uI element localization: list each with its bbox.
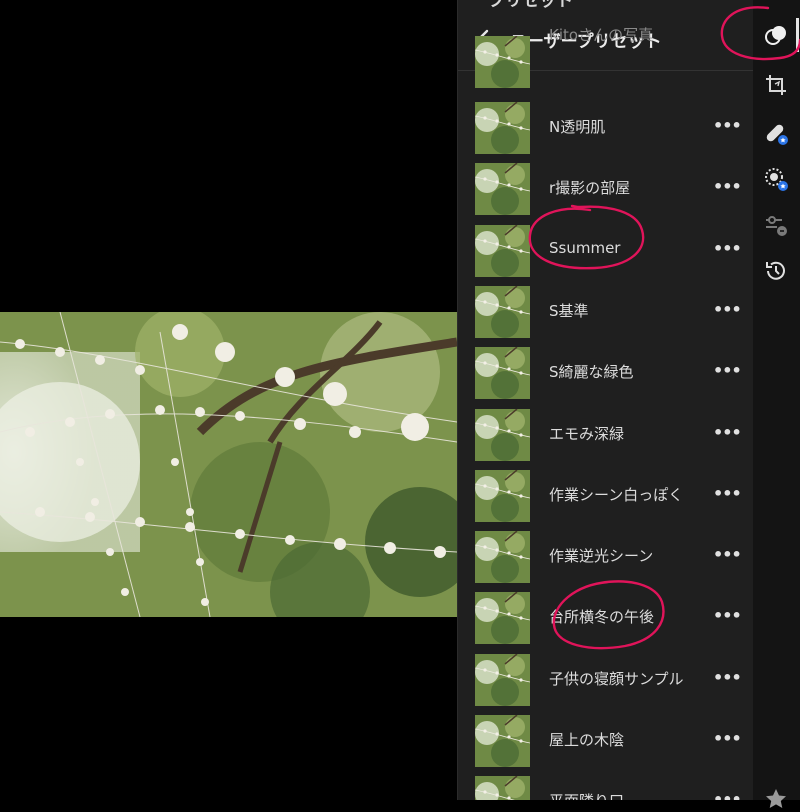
preset-label: 屋上の木陰 xyxy=(549,731,625,749)
preset-thumbnail xyxy=(475,531,530,584)
preset-item[interactable]: 台所横冬の午後 ••• xyxy=(458,586,754,648)
preset-thumbnail xyxy=(475,102,530,154)
preset-label: Ssummer xyxy=(549,238,621,257)
preset-item[interactable]: 子供の寝顔サンプル ••• xyxy=(458,648,754,710)
preset-item[interactable]: 平面隣り口 ••• xyxy=(458,770,754,800)
more-options-button[interactable]: ••• xyxy=(713,484,742,503)
preset-item[interactable]: S綺麗な緑色 ••• xyxy=(458,341,754,403)
preset-item[interactable]: Kitoさんの写真 xyxy=(458,26,754,92)
more-options-button[interactable]: ••• xyxy=(713,239,742,258)
preset-label: 平面隣り口 xyxy=(549,790,624,800)
preset-thumbnail xyxy=(475,592,530,645)
preset-item[interactable]: N透明肌 ••• xyxy=(458,96,754,158)
presets-panel: プリセット ユーザープリセット Kitoさんの写真 N透明肌 ••• r撮影の部屋 ••… xyxy=(457,0,754,800)
preset-label: 子供の寝顔サンプル xyxy=(549,669,684,688)
preset-label: r撮影の部屋 xyxy=(549,179,631,198)
more-options-button[interactable]: ••• xyxy=(713,790,742,800)
more-options-button[interactable]: ••• xyxy=(713,361,742,380)
photo-canvas xyxy=(0,0,457,800)
healing-icon[interactable] xyxy=(763,120,789,146)
preset-label: N透明肌 xyxy=(549,118,606,136)
more-options-button[interactable]: ••• xyxy=(713,116,742,135)
preset-label: 作業逆光シーン xyxy=(549,547,654,566)
preset-label: 作業シーン白っぽく xyxy=(549,485,684,504)
masking-icon[interactable] xyxy=(763,166,789,192)
preset-item[interactable]: r撮影の部屋 ••• xyxy=(458,157,754,219)
preset-thumbnail xyxy=(475,36,530,88)
preset-thumbnail xyxy=(475,163,530,216)
presets-icon[interactable] xyxy=(763,22,789,48)
active-tool-indicator xyxy=(796,18,799,52)
preset-label: 台所横冬の午後 xyxy=(549,608,655,627)
photo-preview[interactable] xyxy=(0,312,457,617)
preset-label: S綺麗な緑色 xyxy=(549,363,634,382)
more-options-button[interactable]: ••• xyxy=(713,606,742,625)
preset-item[interactable]: Ssummer ••• xyxy=(458,219,754,281)
preset-item[interactable]: 屋上の木陰 ••• xyxy=(458,709,754,771)
history-icon[interactable] xyxy=(763,258,789,284)
preset-thumbnail xyxy=(475,776,530,800)
preset-label: エモみ深緑 xyxy=(549,424,625,443)
crop-icon[interactable] xyxy=(763,72,789,98)
star-icon[interactable] xyxy=(763,786,789,812)
right-toolbar xyxy=(753,0,800,808)
preset-item[interactable]: S基準 ••• xyxy=(458,280,754,342)
preset-thumbnail xyxy=(475,469,530,522)
preset-thumbnail xyxy=(475,408,530,461)
versions-icon[interactable] xyxy=(763,212,789,238)
preset-label: Kitoさんの写真 xyxy=(549,26,654,44)
preset-thumbnail xyxy=(475,653,530,706)
preset-item[interactable]: エモみ深緑 ••• xyxy=(458,403,754,465)
preset-item[interactable]: 作業逆光シーン ••• xyxy=(458,525,754,587)
preset-thumbnail xyxy=(475,285,530,338)
more-options-button[interactable]: ••• xyxy=(713,423,742,442)
preset-label: S基準 xyxy=(549,301,589,320)
more-options-button[interactable]: ••• xyxy=(713,300,742,319)
preset-thumbnail xyxy=(475,224,530,277)
more-options-button[interactable]: ••• xyxy=(713,545,742,564)
preset-thumbnail xyxy=(475,347,530,400)
panel-title-cut: プリセット xyxy=(488,0,573,11)
more-options-button[interactable]: ••• xyxy=(713,177,742,196)
more-options-button[interactable]: ••• xyxy=(713,729,742,748)
preset-item[interactable]: 作業シーン白っぽく ••• xyxy=(458,464,754,526)
more-options-button[interactable]: ••• xyxy=(713,668,742,687)
preset-thumbnail xyxy=(475,715,530,767)
